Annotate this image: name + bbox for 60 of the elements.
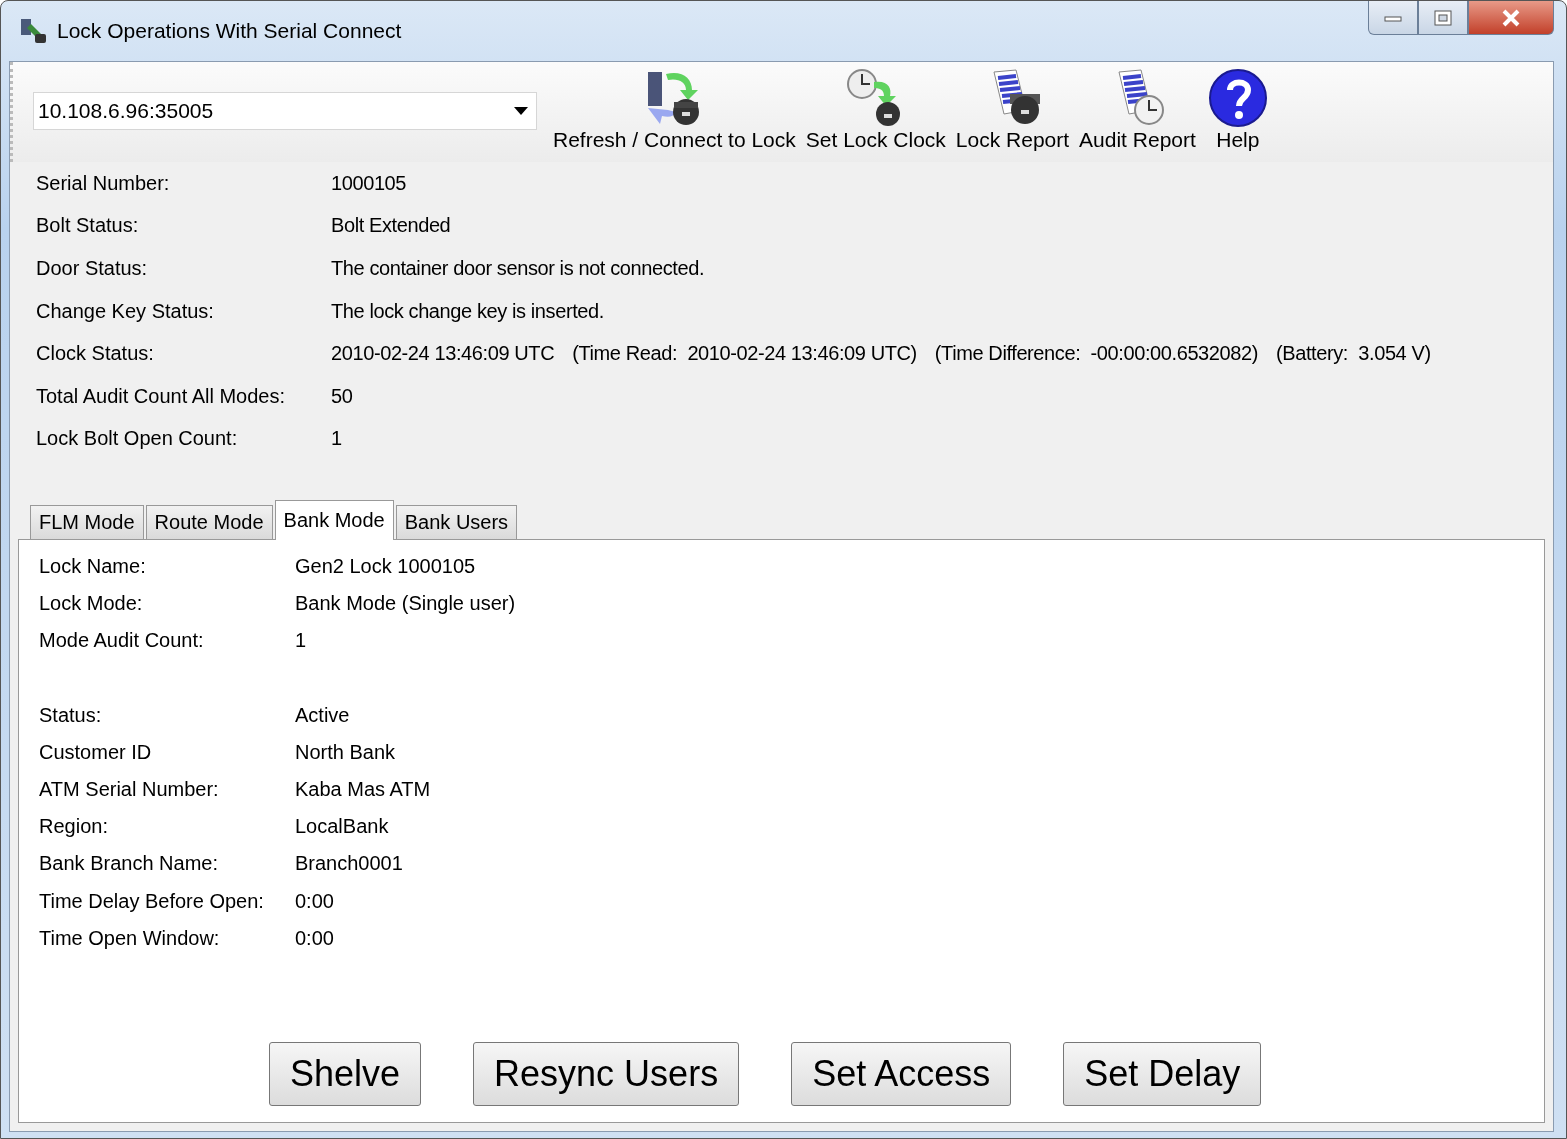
address-dropdown[interactable]: 10.108.6.96:35005 (33, 92, 537, 130)
toolbar-button[interactable]: Audit Report (1075, 62, 1200, 152)
field-label: Lock Bolt Open Count: (36, 427, 239, 451)
action-button[interactable]: Set Access (791, 1042, 1012, 1106)
field-value: 50 (331, 384, 353, 408)
field-value: Gen2 Lock 1000105 (295, 555, 476, 579)
field-value: 2010-02-24 13:46:09 UTC (331, 342, 555, 366)
app-icon (19, 16, 49, 46)
field-value: North Bank (295, 740, 396, 764)
field-label: Clock Status: (36, 342, 155, 366)
maximize-button[interactable] (1418, 1, 1468, 35)
field-value: 1 (295, 629, 307, 653)
field-label: Time Open Window: (39, 926, 221, 950)
field-label: Change Key Status: (36, 299, 215, 323)
field-label: Bank Branch Name: (39, 852, 219, 876)
minimize-icon (1384, 13, 1402, 22)
field-label: Bolt Status: (36, 214, 140, 238)
tab[interactable]: FLM Mode (30, 505, 144, 539)
field-label: Time Delay Before Open: (39, 889, 265, 913)
field-value: Kaba Mas ATM (295, 778, 431, 802)
field-label: Lock Name: (39, 555, 147, 579)
field-value: 1000105 (331, 171, 407, 195)
field-value: The lock change key is inserted. (331, 299, 604, 323)
window-title: Lock Operations With Serial Connect (57, 19, 402, 43)
tab[interactable]: Bank Mode (274, 500, 394, 540)
action-button[interactable]: Resync Users (473, 1042, 740, 1106)
field-value: (Time Read: 2010-02-24 13:46:09 UTC) (572, 342, 917, 366)
close-icon (1501, 8, 1521, 27)
action-button[interactable]: Shelve (269, 1042, 422, 1106)
field-label: Mode Audit Count: (39, 629, 205, 653)
field-value: 0:00 (295, 926, 334, 950)
dropdown-arrow-icon (514, 107, 528, 115)
field-label: Serial Number: (36, 171, 171, 195)
field-value: The container door sensor is not connected. (331, 257, 705, 280)
field-value: Branch0001 (295, 852, 403, 876)
maximize-icon (1434, 9, 1452, 26)
field-value: Bank Mode (Single user) (295, 592, 516, 616)
toolbar-button[interactable]: Set Lock Clock (801, 62, 950, 152)
tab[interactable]: Route Mode (145, 505, 273, 539)
field-label: Status: (39, 703, 103, 727)
field-label: Region: (39, 815, 109, 839)
field-value: Active (295, 703, 350, 727)
field-label: Door Status: (36, 257, 149, 280)
field-value: 1 (331, 427, 342, 451)
field-value: Bolt Extended (331, 214, 451, 238)
action-button[interactable]: Set Delay (1063, 1042, 1262, 1106)
minimize-button[interactable] (1368, 1, 1418, 35)
field-label: ATM Serial Number: (39, 778, 220, 802)
toolbar-button[interactable]: Lock Report (951, 62, 1074, 152)
field-label: Customer ID (39, 740, 153, 764)
field-value: (Battery: 3.054 V) (1276, 342, 1431, 366)
tab[interactable]: Bank Users (395, 505, 518, 539)
field-label: Total Audit Count All Modes: (36, 384, 287, 408)
field-label: Lock Mode: (39, 592, 144, 616)
toolbar-button[interactable]: Help (1201, 62, 1274, 152)
field-value: LocalBank (295, 815, 389, 839)
toolbar-button[interactable]: Refresh / Connect to Lock (549, 62, 800, 152)
field-value: 0:00 (295, 889, 334, 913)
close-button[interactable] (1468, 1, 1554, 35)
field-value: (Time Difference: -00:00:00.6532082) (934, 342, 1258, 366)
